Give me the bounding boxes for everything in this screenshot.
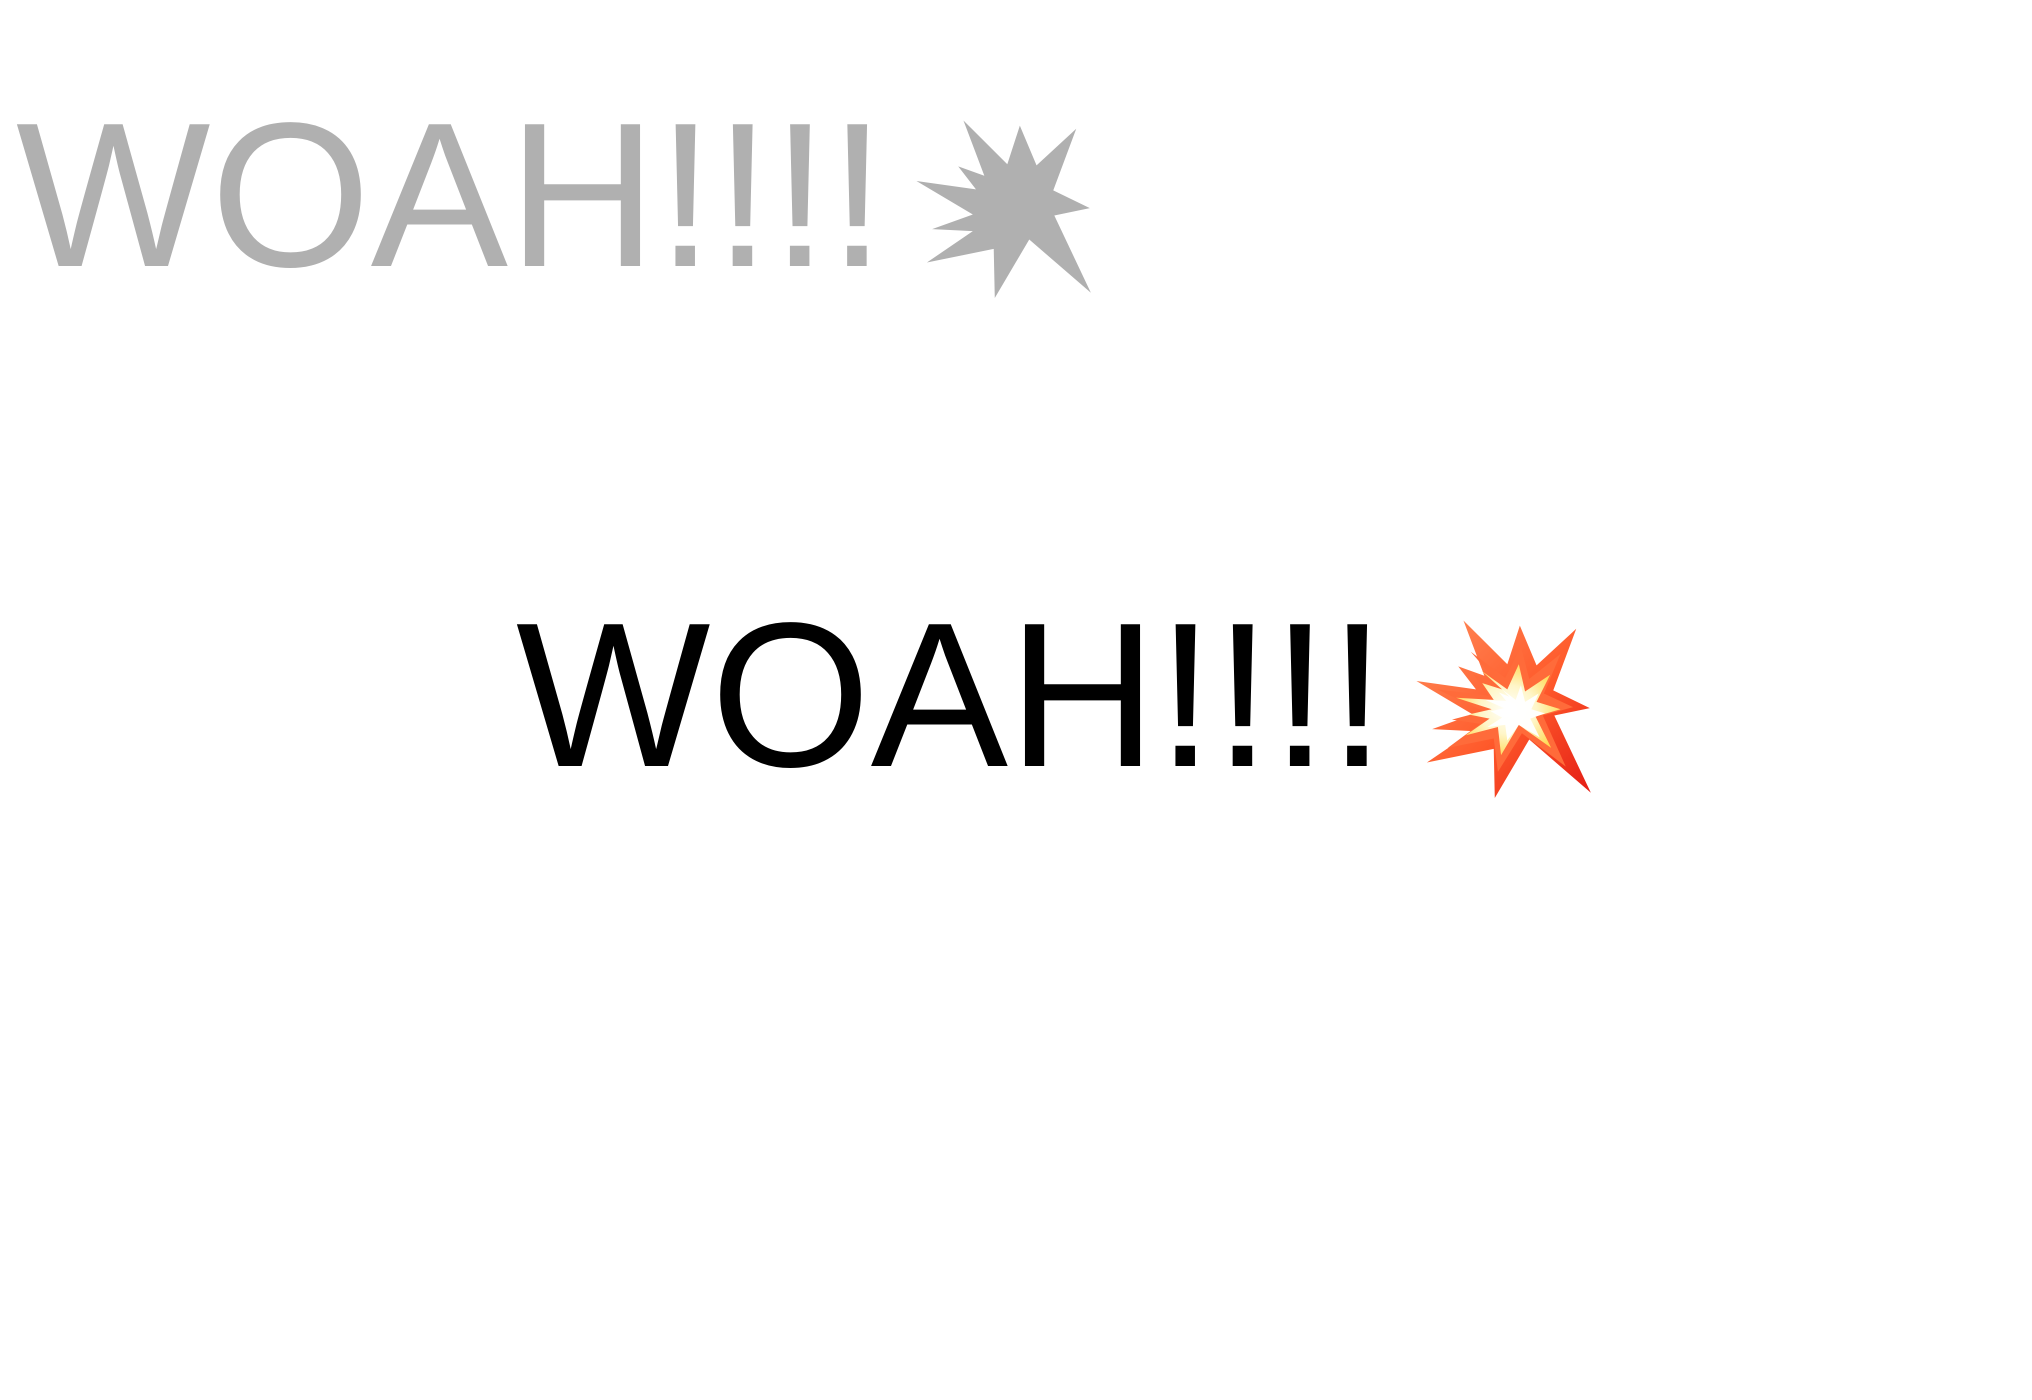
top-woah-heading: WOAH!!!!	[16, 92, 1094, 298]
top-woah-text: WOAH!!!!	[16, 80, 886, 310]
center-woah-text: WOAH!!!!	[516, 580, 1386, 810]
center-woah-heading: WOAH!!!!	[516, 592, 1594, 798]
collision-emoji-icon	[1416, 620, 1591, 798]
collision-burst-icon	[916, 120, 1091, 298]
